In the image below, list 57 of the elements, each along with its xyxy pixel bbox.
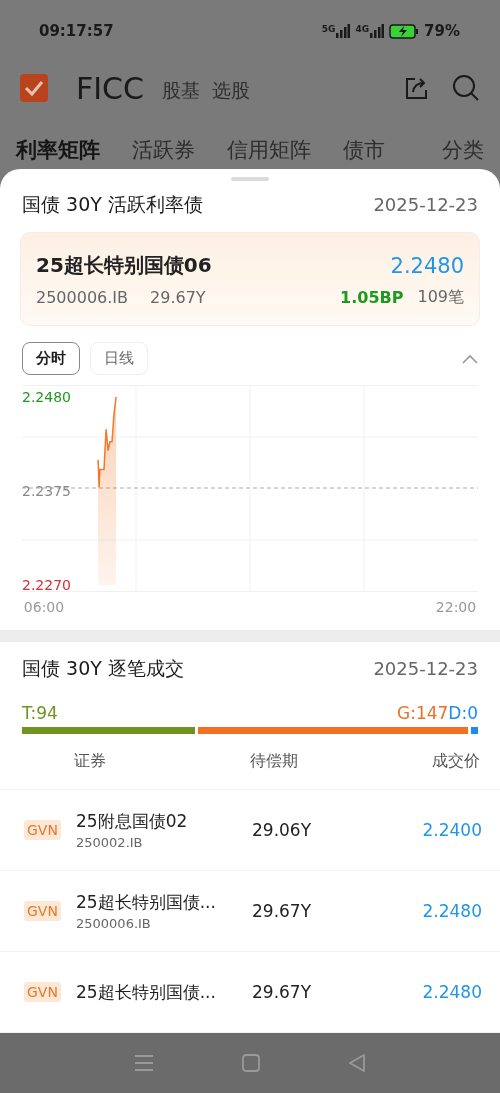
axis-label: 2.2480 (22, 389, 71, 406)
market-badge: GVN (24, 982, 61, 1002)
bond-change: 1.05BP (340, 288, 404, 308)
search-icon[interactable] (452, 74, 480, 102)
market-badge: GVN (24, 901, 61, 921)
axis-label: 2.2270 (22, 577, 71, 594)
trade-row[interactable]: GVN 25超长特别国债... 2500006.IB 29.67Y 2.2480 (0, 871, 500, 952)
axis-label: 22:00 (435, 599, 477, 616)
category-button[interactable]: 分类 (442, 136, 484, 164)
bond-name: 25超长特别国债... (76, 980, 217, 1004)
chart-tab[interactable]: 日线 (90, 342, 148, 376)
panel-date: 2025-12-23 (373, 658, 478, 680)
back-icon[interactable] (348, 1054, 366, 1072)
column-header: 证券 (73, 750, 107, 772)
status-time: 09:17:57 (39, 22, 114, 40)
bond-name: 25附息国债02 (76, 810, 189, 833)
panel-title: 国债 30Y 逐笔成交 (22, 656, 184, 681)
axis-label: 06:00 (23, 599, 65, 616)
checkmark-logo-icon (20, 74, 48, 102)
app-title: FICC (76, 70, 144, 106)
drag-handle[interactable] (231, 177, 269, 182)
bond-name: 25超长特别国债... (76, 891, 217, 914)
trade-row[interactable]: GVN 25附息国债02 250002.IB 29.06Y 2.2400 (0, 790, 500, 871)
axis-label: 2.2375 (22, 483, 71, 500)
menu-icon[interactable] (134, 1054, 154, 1072)
bond-name: 25超长特别国债06 (36, 252, 212, 280)
column-header: 待偿期 (250, 750, 299, 772)
trade-price: 2.2480 (421, 901, 482, 921)
split-label: D: (448, 702, 468, 723)
bond-term: 29.06Y (252, 820, 313, 840)
bond-code: 250002.IB (76, 835, 144, 850)
battery-percent: 79% (424, 22, 460, 40)
bond-code: 2500006.IB (36, 288, 129, 308)
bond-code: 2500006.IB (76, 916, 152, 931)
bond-card[interactable]: 25超长特别国债06 2.2480 2500006.IB 29.67Y 1.05BP 109笔 (20, 231, 480, 327)
split-count: 94 (36, 702, 58, 723)
chart-tab[interactable]: 分时 (22, 342, 80, 376)
split-count: 147 (415, 702, 449, 723)
market-badge: GVN (24, 820, 61, 840)
bond-term: 29.67Y (150, 288, 206, 308)
column-header: 成交价 (431, 750, 480, 772)
bond-price: 2.2480 (390, 253, 464, 278)
split-count: 0 (467, 702, 478, 723)
bond-term: 29.67Y (252, 901, 313, 921)
trade-count: 109笔 (417, 287, 464, 309)
nav-link[interactable]: 股基 (162, 78, 200, 104)
trade-price: 2.2480 (421, 982, 482, 1002)
home-icon[interactable] (242, 1054, 260, 1072)
battery-icon (389, 23, 420, 39)
bond-term: 29.67Y (252, 982, 313, 1002)
nav-link[interactable]: 选股 (212, 78, 250, 104)
panel-date: 2025-12-23 (373, 194, 478, 216)
collapse-caret-icon[interactable] (462, 353, 478, 364)
split-label: T: (22, 702, 37, 723)
trade-price: 2.2400 (421, 820, 482, 840)
panel-title: 国债 30Y 活跃利率债 (22, 191, 203, 217)
split-label: G: (397, 702, 416, 723)
